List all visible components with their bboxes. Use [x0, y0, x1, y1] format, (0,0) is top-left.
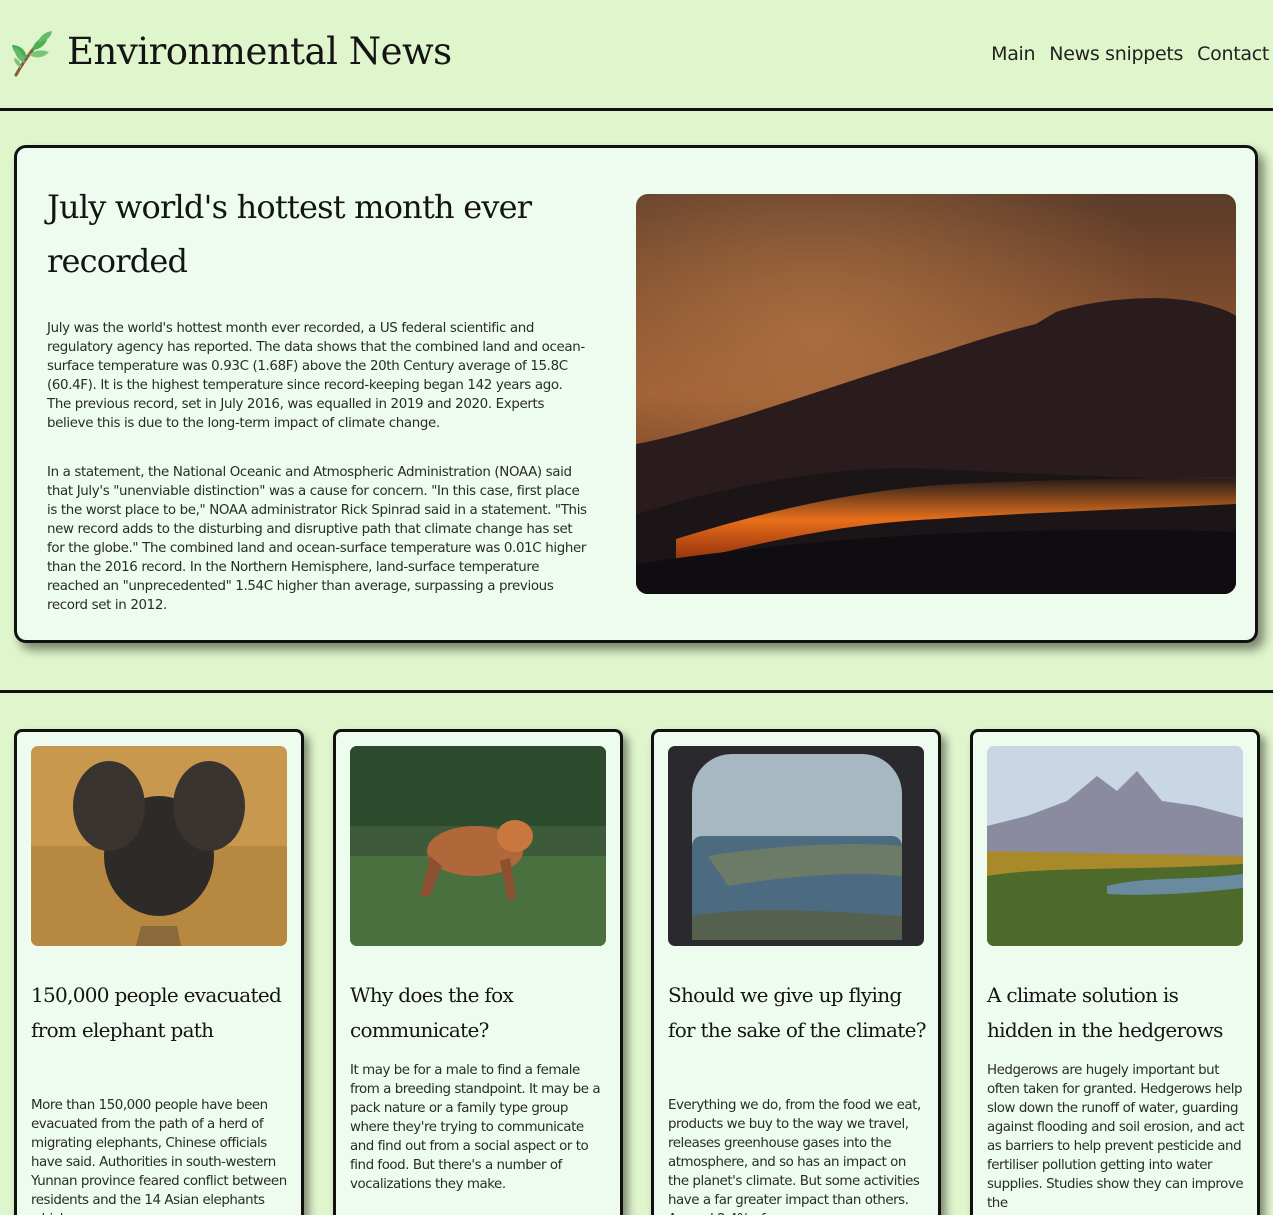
mountain-landscape-image	[987, 746, 1243, 946]
nav-link-main[interactable]: Main	[991, 43, 1035, 65]
featured-article: July world's hottest month ever recorded…	[14, 145, 1258, 643]
card-body: Hedgerows are hugely important but often…	[987, 1063, 1245, 1211]
card-body: It may be for a male to find a female fr…	[350, 1063, 601, 1192]
card-body: Everything we do, from the food we eat, …	[668, 1098, 921, 1215]
news-card[interactable]: Why does the fox communicate? It may be …	[333, 729, 623, 1215]
airplane-window-image	[668, 746, 924, 946]
card-title[interactable]: A climate solution is hidden in the hedg…	[987, 978, 1249, 1048]
card-title[interactable]: Should we give up flying for the sake of…	[668, 978, 930, 1048]
site-header: Environmental News Main News snippets Co…	[0, 0, 1273, 111]
elephant-image	[31, 746, 287, 946]
card-body: More than 150,000 people have been evacu…	[31, 1098, 287, 1215]
featured-article-paragraph: July was the world's hottest month ever …	[47, 321, 585, 431]
section-divider	[0, 690, 1273, 693]
leaf-logo-icon[interactable]	[10, 28, 56, 78]
nav-link-contact[interactable]: Contact	[1197, 43, 1269, 65]
featured-article-paragraph: In a statement, the National Oceanic and…	[47, 465, 587, 613]
featured-article-title: July world's hottest month ever recorded	[47, 188, 532, 280]
wildfire-image	[636, 194, 1236, 594]
nav-link-news-snippets[interactable]: News snippets	[1049, 43, 1183, 65]
card-title[interactable]: Why does the fox communicate?	[350, 978, 612, 1048]
news-card[interactable]: 150,000 people evacuated from elephant p…	[14, 729, 304, 1215]
site-title: Environmental News	[67, 30, 452, 73]
fox-image	[350, 746, 606, 946]
news-card[interactable]: Should we give up flying for the sake of…	[651, 729, 941, 1215]
card-title[interactable]: 150,000 people evacuated from elephant p…	[31, 978, 293, 1048]
news-card[interactable]: A climate solution is hidden in the hedg…	[970, 729, 1260, 1215]
main-nav: Main News snippets Contact	[991, 43, 1269, 65]
